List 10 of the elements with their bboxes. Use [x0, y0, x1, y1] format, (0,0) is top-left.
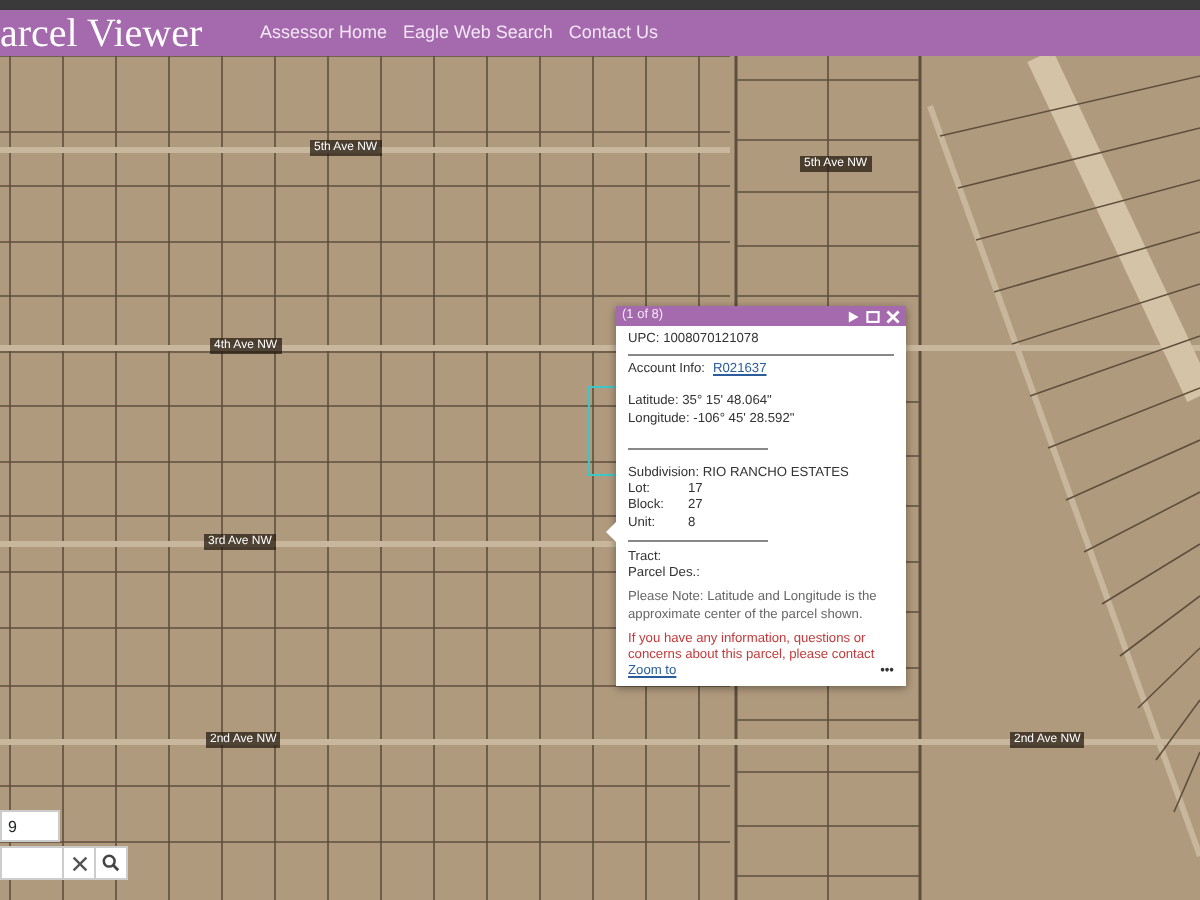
clear-button[interactable] — [62, 846, 96, 880]
layer-field[interactable]: 9 — [0, 810, 60, 842]
search-input[interactable] — [0, 846, 64, 880]
maximize-icon[interactable] — [866, 309, 880, 323]
clear-icon — [71, 855, 87, 871]
search-icon — [102, 854, 120, 872]
close-icon[interactable] — [886, 309, 900, 323]
play-icon[interactable] — [846, 309, 860, 323]
app-title: arcel Viewer — [0, 9, 205, 59]
search-button[interactable] — [94, 846, 128, 880]
